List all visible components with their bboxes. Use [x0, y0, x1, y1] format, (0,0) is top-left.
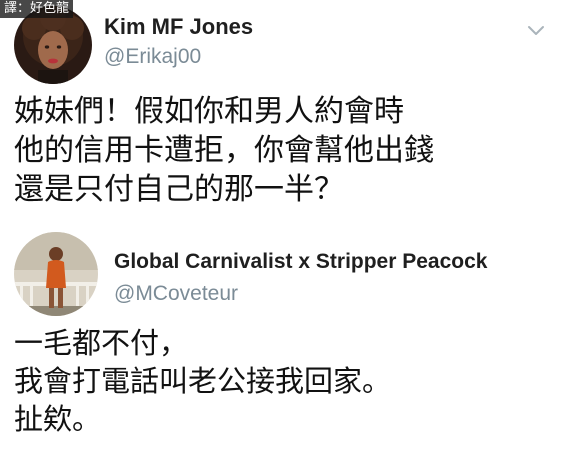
tweet-body-line: 一毛都不付，	[14, 326, 189, 360]
tweet-body: 一毛都不付， 我會打電話叫老公接我回家。 扯欸。	[14, 324, 391, 438]
author-handle[interactable]: @MCoveteur	[114, 282, 238, 306]
tweet-card: Global Carnivalist x Stripper Peacock @M…	[0, 222, 566, 450]
tweet-body-line: 還是只付自己的那一半？	[14, 172, 344, 207]
avatar-image	[14, 232, 98, 316]
tweet-body-line: 他的信用卡遭拒，你會幫他出錢	[14, 133, 434, 168]
tweet-body: 姊妹們！假如你和男人約會時 他的信用卡遭拒，你會幫他出錢 還是只付自己的那一半？	[14, 92, 434, 209]
tweet-card: Kim MF Jones @Erikaj00 姊妹們！假如你和男人約會時 他的信…	[0, 0, 566, 218]
chevron-down-icon[interactable]	[526, 22, 546, 36]
avatar[interactable]	[14, 232, 98, 316]
author-handle[interactable]: @Erikaj00	[104, 45, 201, 69]
tweet-body-line: 我會打電話叫老公接我回家。	[14, 364, 392, 398]
tweet-body-line: 扯欸。	[14, 402, 102, 436]
tweet-body-line: 姊妹們！假如你和男人約會時	[14, 94, 404, 129]
author-name[interactable]: Global Carnivalist x Stripper Peacock	[114, 250, 487, 274]
author-name[interactable]: Kim MF Jones	[104, 14, 253, 40]
translator-watermark: 譯：好色龍	[0, 0, 74, 18]
